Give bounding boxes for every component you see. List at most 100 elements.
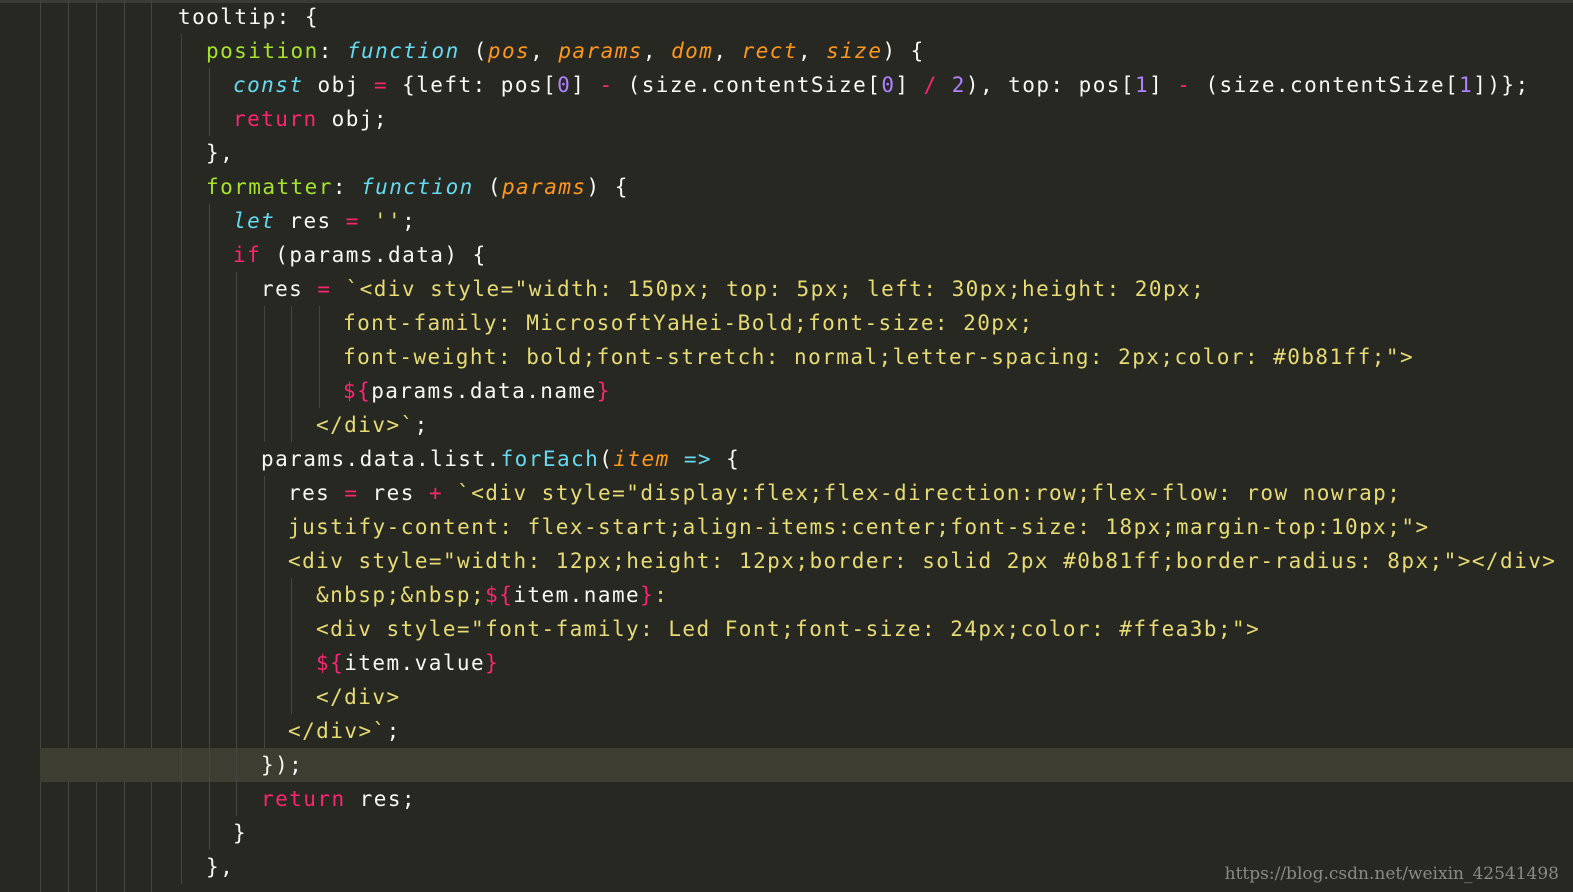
code-line[interactable]: let res = '';: [233, 204, 416, 238]
indent-guide: [236, 544, 237, 578]
code-line[interactable]: <div style="width: 12px;height: 12px;bor…: [288, 544, 1556, 578]
code-token: params.data.list.: [261, 447, 501, 471]
code-token: (: [599, 447, 614, 471]
code-token: (: [459, 39, 488, 63]
code-line[interactable]: },: [206, 850, 234, 884]
indent-guide: [181, 748, 182, 782]
code-line[interactable]: &nbsp;&nbsp;${item.name}:: [316, 578, 668, 612]
code-token: ,: [797, 39, 827, 63]
code-token: `<div style="display:flex;flex-direction…: [457, 481, 1402, 505]
indent-guide: [209, 714, 210, 748]
indent-guide: [181, 374, 182, 408]
code-token: ) {: [882, 39, 925, 63]
indent-guide: [209, 646, 210, 680]
indent-guide: [209, 238, 210, 272]
indent-guide: [181, 816, 182, 850]
indent-guide: [264, 408, 265, 442]
code-line[interactable]: </div>`;: [316, 408, 429, 442]
code-line[interactable]: ${params.data.name}: [343, 374, 611, 408]
code-line[interactable]: },: [206, 136, 234, 170]
code-token: }: [233, 821, 248, 845]
code-line[interactable]: </div>`;: [288, 714, 401, 748]
code-token: forEach: [500, 447, 600, 471]
code-token: item: [613, 447, 670, 471]
indent-guide: [236, 714, 237, 748]
indent-guide: [181, 510, 182, 544]
indent-guide: [181, 646, 182, 680]
indent-guide: [181, 102, 182, 136]
code-line[interactable]: </div>: [316, 680, 401, 714]
indent-guide: [209, 578, 210, 612]
code-token: }: [640, 583, 655, 607]
indent-guide: [291, 612, 292, 646]
code-token: },: [206, 855, 235, 879]
code-token: ;: [414, 413, 429, 437]
code-token: =: [344, 481, 359, 505]
code-token: (: [473, 175, 502, 199]
code-token: :: [332, 175, 362, 199]
code-token: item.value: [344, 651, 486, 675]
indent-guide: [209, 476, 210, 510]
code-editor[interactable]: tooltip: {position: function (pos, param…: [0, 0, 1573, 892]
code-token: font-weight: bold;font-stretch: normal;l…: [343, 345, 1415, 369]
code-line[interactable]: return res;: [261, 782, 416, 816]
indent-guide: [209, 204, 210, 238]
indent-guide: [181, 306, 182, 340]
code-line[interactable]: justify-content: flex-start;align-items:…: [288, 510, 1430, 544]
code-line[interactable]: const obj = {left: pos[0] - (size.conten…: [233, 68, 1530, 102]
indent-guide: [181, 68, 182, 102]
indent-guide: [209, 816, 210, 850]
indent-guide: [291, 578, 292, 612]
code-token: pos: [487, 39, 531, 63]
watermark-url: https://blog.csdn.net/weixin_42541498: [1224, 864, 1559, 884]
code-line[interactable]: <div style="font-family: Led Font;font-s…: [316, 612, 1260, 646]
code-line[interactable]: }: [233, 816, 247, 850]
indent-guide: [236, 306, 237, 340]
indent-guide: [264, 476, 265, 510]
code-token: function: [346, 39, 460, 63]
indent-guide: [209, 408, 210, 442]
code-line[interactable]: if (params.data) {: [233, 238, 487, 272]
indent-guide: [181, 272, 182, 306]
code-token: ) {: [586, 175, 629, 199]
code-line[interactable]: return obj;: [233, 102, 388, 136]
indent-guide: [291, 680, 292, 714]
indent-guide: [236, 646, 237, 680]
code-line[interactable]: res = `<div style="width: 150px; top: 5p…: [261, 272, 1205, 306]
indent-guide: [319, 374, 320, 408]
code-line[interactable]: font-weight: bold;font-stretch: normal;l…: [343, 340, 1414, 374]
indent-guide: [264, 510, 265, 544]
indent-guide: [209, 442, 210, 476]
code-line[interactable]: ${item.value}: [316, 646, 499, 680]
code-line[interactable]: formatter: function (params) {: [206, 170, 629, 204]
code-token: 1: [1459, 73, 1474, 97]
code-token: ]: [1149, 73, 1178, 97]
indent-guide: [209, 680, 210, 714]
code-token: /: [923, 73, 938, 97]
code-token: return: [233, 107, 318, 131]
code-token: },: [206, 141, 235, 165]
code-line[interactable]: font-family: MicrosoftYaHei-Bold;font-si…: [343, 306, 1034, 340]
code-token: </div>`: [288, 719, 387, 743]
indent-guide: [236, 272, 237, 306]
code-token: dom: [671, 39, 714, 63]
indent-guide: [181, 544, 182, 578]
code-token: obj;: [317, 107, 389, 131]
indent-guide: [236, 408, 237, 442]
code-token: 0: [557, 73, 572, 97]
code-token: let: [233, 209, 276, 233]
code-line[interactable]: params.data.list.forEach(item => {: [261, 442, 740, 476]
indent-guide: [236, 510, 237, 544]
code-line[interactable]: });: [261, 748, 303, 782]
indent-guide: [181, 136, 182, 170]
code-line[interactable]: res = res + `<div style="display:flex;fl…: [288, 476, 1401, 510]
indent-guide: [209, 544, 210, 578]
indent-guide: [319, 340, 320, 374]
code-token: </div>: [316, 685, 401, 709]
code-line[interactable]: position: function (pos, params, dom, re…: [206, 34, 925, 68]
code-line[interactable]: tooltip: {: [178, 0, 319, 34]
code-token: ;: [386, 719, 401, 743]
indent-guide: [236, 578, 237, 612]
indent-guide: [181, 442, 182, 476]
code-token: ,: [530, 39, 559, 63]
